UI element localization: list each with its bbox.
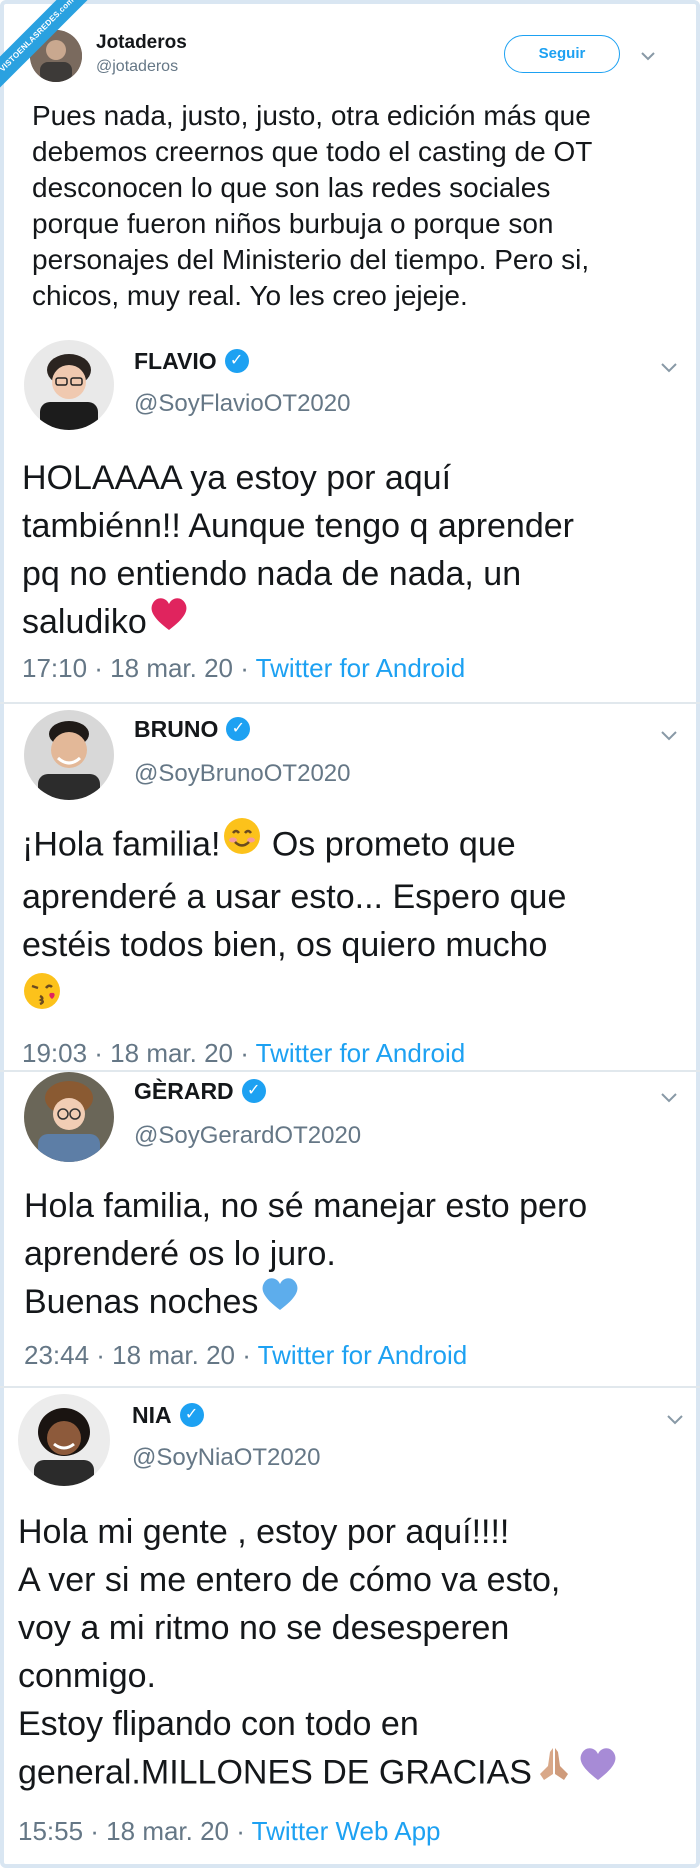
watermark-ribbon: VISTOENLASREDES.com: [0, 0, 110, 110]
author-name[interactable]: NIA ✓: [132, 1402, 204, 1429]
smiling-face-emoji: [222, 816, 262, 869]
tweet-timestamp[interactable]: 19:03 · 18 mar. 20 ·: [22, 1038, 256, 1068]
tweet-text: ¡Hola familia! Os prometo que aprenderé …: [22, 818, 567, 1024]
tweet-timestamp[interactable]: 17:10 · 18 mar. 20 ·: [22, 653, 256, 683]
chevron-down-icon[interactable]: [660, 726, 678, 744]
embedded-tweet-bruno: BRUNO ✓ @SoyBrunoOT2020 ¡Hola familia! Os…: [0, 704, 700, 1070]
purple-heart-emoji: [578, 1746, 618, 1795]
tweet-meta: 17:10 · 18 mar. 20 · Twitter for Android: [22, 653, 465, 683]
tweet-source-link[interactable]: Twitter for Android: [256, 653, 466, 683]
tweet-meta: 15:55 · 18 mar. 20 · Twitter Web App: [18, 1816, 441, 1846]
tweet-text-line: tambiénn!! Aunque tengo q aprender: [22, 507, 574, 545]
embedded-tweet-gerard: GÈRARD ✓ @SoyGerardOT2020 Hola familia, n…: [0, 1072, 700, 1392]
tweet-text-line: personajes del Ministerio del tiempo. Pe…: [32, 244, 590, 275]
verified-badge-icon: ✓: [224, 348, 249, 373]
tweet-text-line: saludiko: [22, 603, 147, 641]
author-handle[interactable]: @SoyNiaOT2020: [132, 1444, 320, 1472]
tweet-text-line: general.MILLONES DE GRACIAS: [18, 1753, 532, 1792]
tweet-text-line: Hola mi gente , estoy por aquí!!!!: [18, 1513, 510, 1551]
tweet-text-line: ¡Hola familia!: [22, 825, 221, 864]
folded-hands-emoji: [534, 1744, 574, 1797]
author-name[interactable]: BRUNO ✓: [134, 716, 251, 743]
tweet-text: Hola mi gente , estoy por aquí!!!! A ver…: [18, 1508, 618, 1801]
author-name[interactable]: FLAVIO ✓: [134, 348, 249, 375]
tweet-text: Pues nada, justo, justo, otra edición má…: [32, 98, 682, 314]
tweet-text-line: aprenderé a usar esto... Espero que: [22, 878, 567, 916]
avatar[interactable]: [24, 1072, 114, 1162]
author-name-text: GÈRARD: [134, 1078, 234, 1104]
tweet-source-link[interactable]: Twitter for Android: [256, 1038, 466, 1068]
avatar[interactable]: [24, 340, 114, 430]
tweet-text-line: A ver si me entero de cómo va esto,: [18, 1561, 561, 1599]
tweet-text-line: HOLAAAA ya estoy por aquí: [22, 459, 452, 497]
tweet-text-line: chicos, muy real. Yo les creo jejeje.: [32, 280, 468, 311]
tweet-text-line: Os prometo que: [262, 825, 516, 864]
tweet-meta: 23:44 · 18 mar. 20 · Twitter for Android: [24, 1340, 467, 1370]
kissing-face-emoji: [22, 971, 62, 1024]
tweet-text-line: aprenderé os lo juro.: [24, 1235, 336, 1273]
author-name-text: BRUNO: [134, 716, 219, 742]
tweet-text-line: Pues nada, justo, justo, otra edición má…: [32, 100, 591, 131]
tweet-text-line: estéis todos bien, os quiero mucho: [22, 926, 548, 964]
author-handle[interactable]: @SoyGerardOT2020: [134, 1122, 361, 1150]
tweet-source-link[interactable]: Twitter for Android: [258, 1340, 468, 1370]
blue-heart-emoji: [260, 1276, 300, 1325]
tweet-timestamp[interactable]: 15:55 · 18 mar. 20 ·: [18, 1816, 252, 1846]
tweet-text: HOLAAAA ya estoy por aquí tambiénn!! Aun…: [22, 454, 574, 649]
author-name[interactable]: GÈRARD ✓: [134, 1078, 266, 1105]
tweet-source-link[interactable]: Twitter Web App: [252, 1816, 441, 1846]
author-name-text: NIA: [132, 1402, 172, 1428]
avatar[interactable]: [18, 1394, 110, 1486]
tweet-text: Hola familia, no sé manejar esto pero ap…: [24, 1182, 587, 1329]
author-handle[interactable]: @SoyFlavioOT2020: [134, 390, 350, 418]
watermark-text: VISTOENLASREDES.com: [0, 0, 105, 103]
embedded-tweet-flavio: FLAVIO ✓ @SoyFlavioOT2020 HOLAAAA ya esto…: [0, 330, 700, 700]
tweet-timestamp[interactable]: 23:44 · 18 mar. 20 ·: [24, 1340, 258, 1370]
chevron-down-icon[interactable]: [640, 46, 656, 64]
avatar[interactable]: [24, 710, 114, 800]
tweet-text-line: Estoy flipando con todo en: [18, 1705, 419, 1743]
chevron-down-icon[interactable]: [660, 358, 678, 376]
tweet-text-line: debemos creernos que todo el casting de …: [32, 136, 593, 167]
tweet-text-line: voy a mi ritmo no se desesperen: [18, 1609, 510, 1647]
chevron-down-icon[interactable]: [660, 1088, 678, 1106]
red-heart-emoji: [149, 596, 189, 645]
tweet-text-line: desconocen lo que son las redes sociales: [32, 172, 551, 203]
embedded-tweet-nia: NIA ✓ @SoyNiaOT2020 Hola mi gente , estoy…: [0, 1388, 700, 1868]
tweet-text-line: porque fueron niños burbuja o porque son: [32, 208, 554, 239]
follow-button[interactable]: Seguir: [504, 35, 620, 73]
verified-badge-icon: ✓: [226, 716, 251, 741]
chevron-down-icon[interactable]: [666, 1410, 684, 1428]
tweet-text-line: Hola familia, no sé manejar esto pero: [24, 1187, 588, 1225]
tweet-meta: 19:03 · 18 mar. 20 · Twitter for Android: [22, 1038, 465, 1068]
author-handle[interactable]: @SoyBrunoOT2020: [134, 760, 350, 788]
tweet-text-line: conmigo.: [18, 1657, 156, 1695]
verified-badge-icon: ✓: [179, 1402, 204, 1427]
author-name-text: FLAVIO: [134, 348, 217, 374]
tweet-text-line: pq no entiendo nada de nada, un: [22, 555, 522, 593]
tweet-text-line: Buenas noches: [24, 1283, 259, 1321]
verified-badge-icon: ✓: [241, 1078, 266, 1103]
